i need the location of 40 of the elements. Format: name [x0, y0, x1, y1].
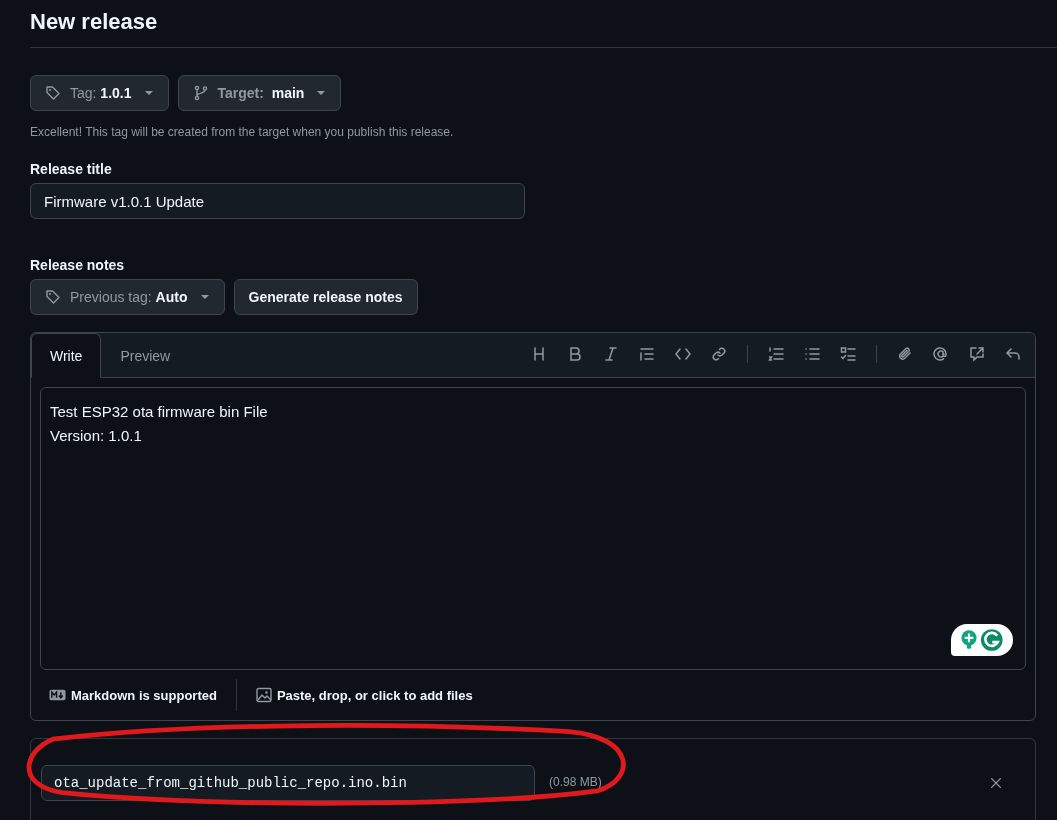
target-dropdown[interactable]: Target: main — [177, 75, 342, 111]
caret-icon — [316, 90, 327, 96]
caret-icon — [199, 294, 210, 300]
italic-icon[interactable] — [603, 346, 619, 362]
tag-icon — [45, 85, 61, 101]
branch-icon — [192, 85, 209, 101]
previous-tag-dropdown[interactable]: Previous tag: Auto — [30, 279, 225, 315]
quote-icon[interactable] — [639, 346, 655, 362]
grammarly-widget[interactable] — [951, 624, 1013, 656]
image-icon — [255, 687, 272, 703]
assistant-icon — [958, 627, 1006, 653]
mention-icon[interactable] — [933, 346, 949, 362]
bold-icon[interactable] — [567, 346, 583, 362]
tag-hint: Excellent! This tag will be created from the target when you publish this release. — [30, 124, 455, 141]
reply-icon[interactable] — [1005, 346, 1021, 362]
file-size: (0.98 MB) — [549, 775, 602, 789]
page-heading: New release — [30, 8, 159, 36]
caret-icon — [143, 90, 154, 96]
generate-notes-button[interactable]: Generate release notes — [233, 279, 418, 315]
link-icon[interactable] — [711, 346, 727, 362]
task-list-icon[interactable] — [840, 346, 856, 362]
numbered-list-icon[interactable] — [768, 346, 784, 362]
release-notes-label: Release notes — [30, 257, 126, 273]
bullet-list-icon[interactable] — [804, 346, 820, 362]
paperclip-icon[interactable] — [897, 346, 913, 362]
code-icon[interactable] — [675, 346, 691, 362]
editor-tab[interactable]: Preview — [101, 333, 190, 378]
markdown-note[interactable]: Markdown is supported — [49, 687, 217, 703]
release-title-field[interactable]: Firmware v1.0.1 Update — [30, 183, 525, 219]
tag-icon — [45, 289, 61, 305]
tag-dropdown[interactable]: Tag: 1.0.1 — [30, 75, 169, 111]
filename-field[interactable]: ota_update_from_github_public_repo.ino.bin — [41, 765, 535, 801]
markdown-icon — [49, 689, 66, 701]
editor-tab[interactable]: Write — [31, 333, 102, 378]
attach-files-link[interactable]: Paste, drop, or click to add files — [255, 687, 473, 703]
reference-icon[interactable] — [969, 346, 985, 362]
notes-textarea[interactable]: Test ESP32 ota firmware bin File Version: 1.0.1 — [40, 387, 1026, 670]
heading-icon[interactable] — [531, 346, 547, 362]
release-title-label: Release title — [30, 161, 113, 177]
close-icon[interactable] — [989, 776, 1003, 790]
